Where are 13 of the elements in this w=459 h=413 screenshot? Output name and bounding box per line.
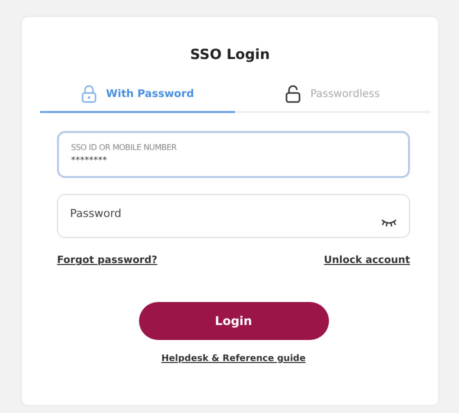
field-placeholder: Password [70,206,122,220]
input-field[interactable]: SSO ID OR MOBILE NUMBER ******** [57,131,410,178]
eye-closed-icon[interactable] [381,218,397,227]
open-lock-icon [285,85,302,103]
help-link[interactable]: Helpdesk & Reference guide [161,354,306,364]
text-link[interactable]: Forgot password? [57,255,158,266]
login-button[interactable]: Login [138,302,328,340]
field-label: SSO ID OR MOBILE NUMBER [71,143,178,152]
text-link[interactable]: Unlock account [324,255,410,266]
input-field[interactable]: Password [57,194,410,238]
field-value: ******** [71,156,108,166]
login-title: SSO Login [189,47,271,63]
lock-icon [81,85,98,103]
